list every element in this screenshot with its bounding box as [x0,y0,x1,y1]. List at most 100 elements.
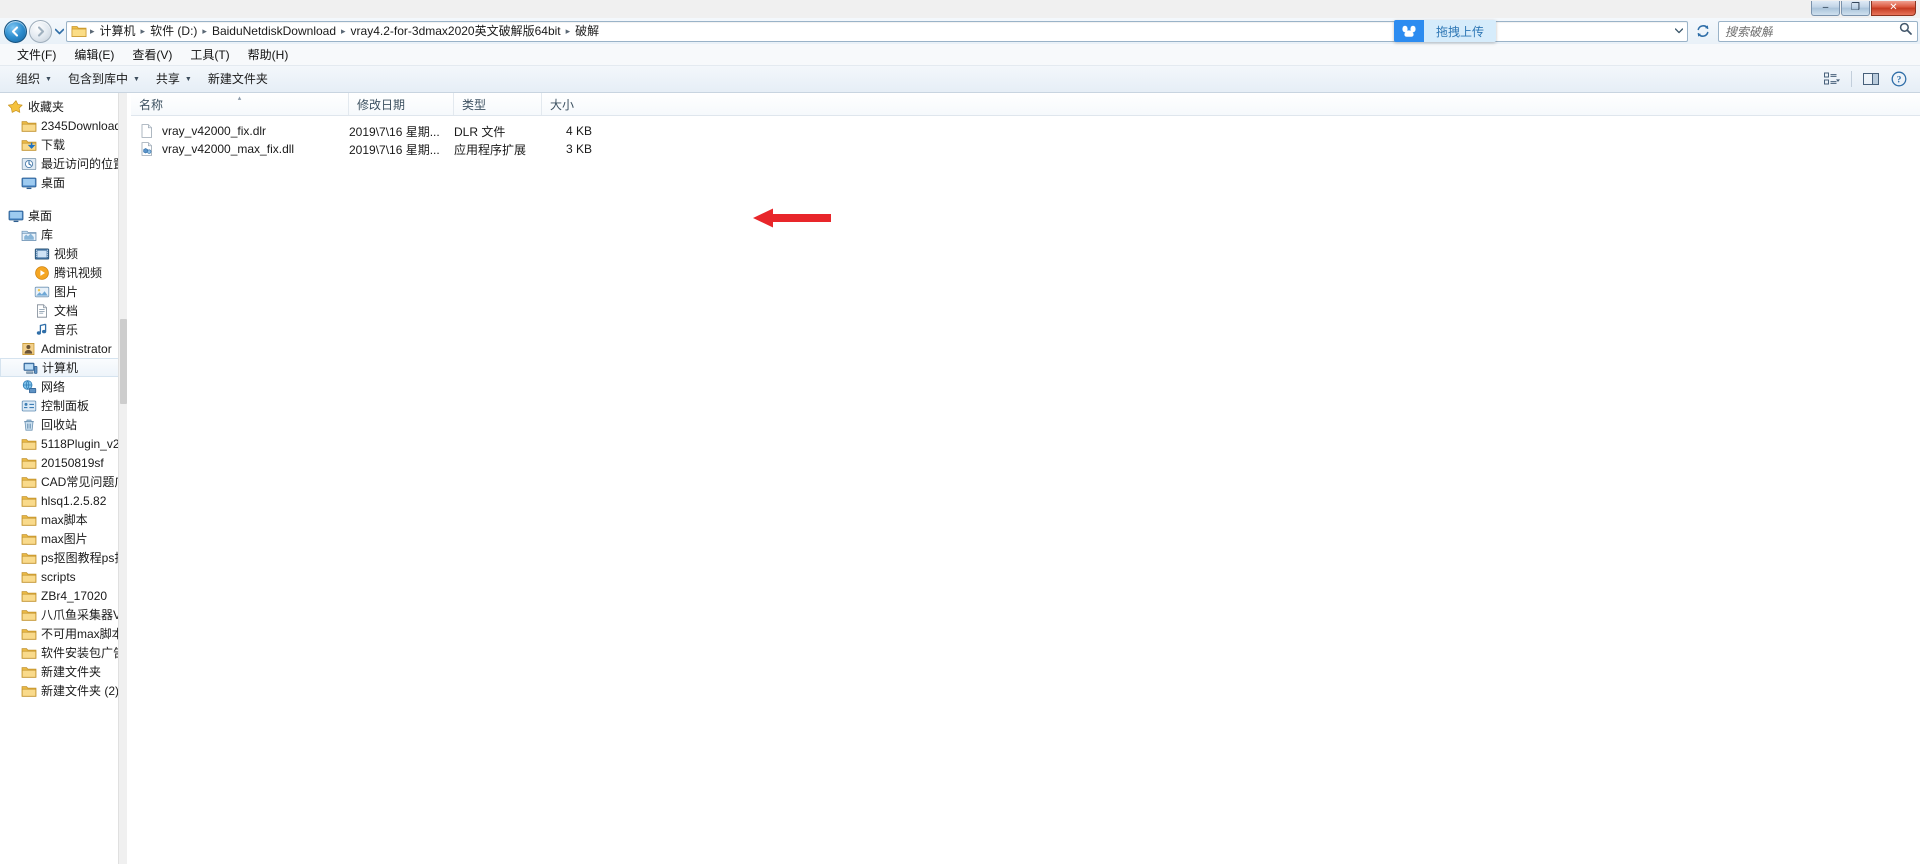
preview-pane-icon [1863,73,1879,85]
share-button[interactable]: 共享 ▼ [148,69,200,90]
file-rows: vray_v42000_fix.dlr 2019\7\16 星期... DLR 文件… [131,116,1920,158]
include-in-library-button[interactable]: 包含到库中 ▼ [60,69,148,90]
folder-icon [21,436,37,452]
documents-icon [34,303,50,319]
sidebar-item-label: 最近访问的位置 [41,157,125,171]
breadcrumb-item-computer[interactable]: 计算机 [96,22,140,40]
sidebar-item-hlsq1-2-5-82[interactable]: hlsq1.2.5.82 [0,491,127,510]
baidu-netdisk-upload-widget[interactable]: 拖拽上传 [1394,20,1497,42]
sidebar-item-ps抠图教程ps抠[interactable]: ps抠图教程ps抠 [0,548,127,567]
maximize-glyph: ❐ [1851,2,1860,13]
sidebar-item-八爪鱼采集器v7[interactable]: 八爪鱼采集器V7. [0,605,127,624]
breadcrumb-item-drive-d[interactable]: 软件 (D:) [146,22,201,40]
sidebar-item-网络[interactable]: 网络 [0,377,127,396]
netdisk-upload-label[interactable]: 拖拽上传 [1424,20,1497,42]
sidebar-item-label: 视频 [54,247,79,261]
sidebar-item-新建文件夹-2[interactable]: 新建文件夹 (2) [0,681,127,700]
folder-icon [21,626,37,642]
file-row[interactable]: vray_v42000_max_fix.dll 2019\7\16 星期... 应用… [131,140,1920,158]
help-button[interactable]: ? [1886,69,1912,90]
breadcrumb-item-baidunetdiskdownload[interactable]: BaiduNetdiskDownload [208,22,340,40]
sidebar-item-max脚本[interactable]: max脚本 [0,510,127,529]
address-bar-row: ▸ 计算机 ▸ 软件 (D:) ▸ BaiduNetdiskDownload ▸… [0,18,1920,44]
sidebar-item-label: 收藏夹 [28,100,65,114]
search-input[interactable]: 搜索破解 [1719,23,1773,40]
sidebar-item-zbr4-17020[interactable]: ZBr4_17020 [0,586,127,605]
minimize-glyph: – [1822,2,1829,13]
file-row[interactable]: vray_v42000_fix.dlr 2019\7\16 星期... DLR 文件… [131,122,1920,140]
file-list-pane[interactable]: ▴ 名称 修改日期 类型 大小 vray_v42000_fix.dlr 2019\7\16… [131,93,1920,864]
sidebar-scrollbar[interactable] [118,93,127,864]
sidebar-item-label: 八爪鱼采集器V7. [41,608,125,622]
sidebar-item-新建文件夹[interactable]: 新建文件夹 [0,662,127,681]
sidebar-item-cad常见问题广[interactable]: CAD常见问题广 [0,472,127,491]
sidebar-item-scripts[interactable]: scripts [0,567,127,586]
sidebar-item-max图片[interactable]: max图片 [0,529,127,548]
menu-view[interactable]: 查看(V) [123,45,181,65]
sidebar-item-最近访问的位置[interactable]: 最近访问的位置 [0,154,127,173]
sidebar-item-图片[interactable]: 图片 [0,282,127,301]
column-header-name[interactable]: ▴ 名称 [131,93,349,115]
sidebar-item-软件安装包广告[interactable]: 软件安装包广告( [0,643,127,662]
sidebar-item-桌面[interactable]: 桌面 [0,206,127,225]
menu-tools[interactable]: 工具(T) [181,45,238,65]
sidebar-item-administrator[interactable]: Administrator [0,339,127,358]
sidebar-scrollbar-thumb[interactable] [120,319,127,404]
sidebar-item-2345downloads[interactable]: 2345Downloads [0,116,127,135]
command-toolbar: 组织 ▼ 包含到库中 ▼ 共享 ▼ 新建文件夹 ? [0,66,1920,93]
sidebar-item-20150819sf[interactable]: 20150819sf [0,453,127,472]
file-name-cell[interactable]: vray_v42000_max_fix.dll [131,141,349,157]
column-header-type[interactable]: 类型 [454,93,542,115]
red-arrow-icon [753,208,831,228]
star-icon [7,99,24,115]
folder-icon [21,683,37,699]
sidebar-item-下载[interactable]: 下载 [0,135,127,154]
recent-locations-button[interactable] [52,20,66,42]
sidebar-item-label: 不可用max脚本 [41,627,124,641]
address-dropdown-button[interactable] [1670,22,1687,41]
new-folder-button[interactable]: 新建文件夹 [200,69,276,90]
back-button[interactable] [4,19,27,43]
file-date-cell-label: 2019\7\16 星期... [349,124,440,139]
sidebar-item-音乐[interactable]: 音乐 [0,320,127,339]
maximize-button[interactable]: ❐ [1841,1,1870,16]
column-header-size[interactable]: 大小 [542,93,604,115]
menu-file[interactable]: 文件(F) [8,45,65,65]
close-button[interactable]: ✕ [1871,1,1916,16]
desktop-icon [21,175,37,191]
sidebar-item-文档[interactable]: 文档 [0,301,127,320]
sidebar-item-库[interactable]: 库 [0,225,127,244]
view-mode-button[interactable] [1819,69,1845,90]
baidu-netdisk-icon [1394,20,1424,42]
minimize-button[interactable]: – [1811,1,1840,16]
column-header-date-modified[interactable]: 修改日期 [349,93,454,115]
menu-help[interactable]: 帮助(H) [239,45,298,65]
breadcrumb-item-crack[interactable]: 破解 [571,22,603,40]
sidebar-item-腾讯视频[interactable]: 腾讯视频 [0,263,127,282]
sidebar-item-回收站[interactable]: 回收站 [0,415,127,434]
search-box[interactable]: 搜索破解 [1718,20,1918,42]
file-name-cell[interactable]: vray_v42000_fix.dlr [131,123,349,139]
preview-pane-button[interactable] [1858,69,1884,90]
sidebar-item-计算机[interactable]: 计算机 [0,358,127,377]
menu-edit[interactable]: 编辑(E) [65,45,123,65]
sidebar-item-label: 文档 [54,304,79,318]
sidebar-item-视频[interactable]: 视频 [0,244,127,263]
sidebar-item-收藏夹[interactable]: 收藏夹 [0,97,127,116]
sidebar-item-label: max脚本 [41,513,88,527]
breadcrumb-item-vray-folder[interactable]: vray4.2-for-3dmax2020英文破解版64bit [347,22,565,40]
file-type-cell-label: 应用程序扩展 [454,142,527,157]
organize-button[interactable]: 组织 ▼ [8,69,60,90]
file-size-cell-label: 3 KB [565,142,592,156]
sidebar-item-不可用max脚本[interactable]: 不可用max脚本 [0,624,127,643]
forward-button[interactable] [29,19,52,43]
back-arrow-icon [11,25,19,37]
navigation-pane[interactable]: 收藏夹 2345Downloads 下载 最近访问的位置 桌面 桌面库视频 腾讯视频 图片 文档… [0,93,127,864]
sidebar-item-桌面[interactable]: 桌面 [0,173,127,192]
sidebar-item-5118plugin-v2-0[interactable]: 5118Plugin_v2.0 [0,434,127,453]
pictures-icon [34,284,50,300]
sidebar-item-label: 2345Downloads [41,118,125,133]
sidebar-item-label: 下载 [41,138,66,152]
refresh-button[interactable] [1691,21,1715,42]
sidebar-item-控制面板[interactable]: 控制面板 [0,396,127,415]
